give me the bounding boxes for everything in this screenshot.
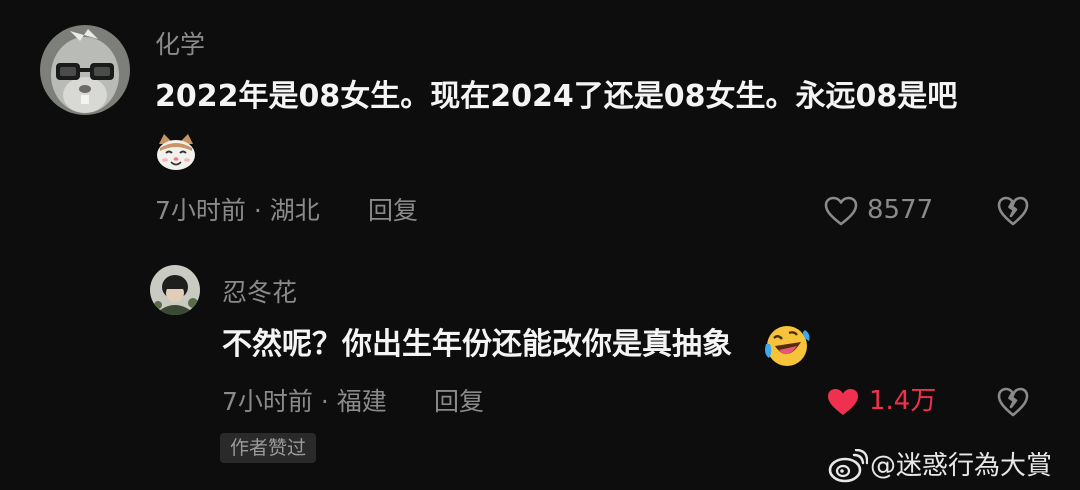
dislike-broken-heart-icon[interactable]: [996, 386, 1030, 418]
author-liked-badge: 作者赞过: [220, 433, 317, 463]
like-heart-icon[interactable]: [823, 195, 859, 227]
reply-button[interactable]: 回复: [368, 198, 418, 223]
comment-meta: 7小时前 · 湖北: [155, 196, 320, 225]
liked-heart-icon[interactable]: [825, 386, 861, 418]
comment-username[interactable]: 化学: [155, 32, 205, 57]
like-count: 1.4万: [869, 386, 937, 416]
reply-text: 不然呢？你出生年份还能改你是真抽象: [222, 327, 732, 362]
reply-username[interactable]: 忍冬花: [222, 280, 297, 305]
cat-face-emoji-icon: [155, 132, 197, 172]
watermark-text: @迷惑行為大賞: [870, 451, 1053, 481]
avatar-image: [40, 25, 130, 115]
reply-meta: 7小时前 · 福建: [222, 387, 387, 416]
comment-text: 2022年是08女生。现在2024了还是08女生。永远08是吧: [155, 79, 958, 114]
like-count: 8577: [867, 195, 934, 225]
avatar-image: [150, 265, 200, 315]
dislike-broken-heart-icon[interactable]: [996, 195, 1030, 227]
reply-button[interactable]: 回复: [434, 389, 484, 414]
weibo-logo-icon: [828, 448, 869, 483]
reply-avatar[interactable]: [150, 265, 200, 315]
avatar[interactable]: [40, 25, 130, 115]
rolling-laughing-emoji-icon: [763, 324, 811, 368]
